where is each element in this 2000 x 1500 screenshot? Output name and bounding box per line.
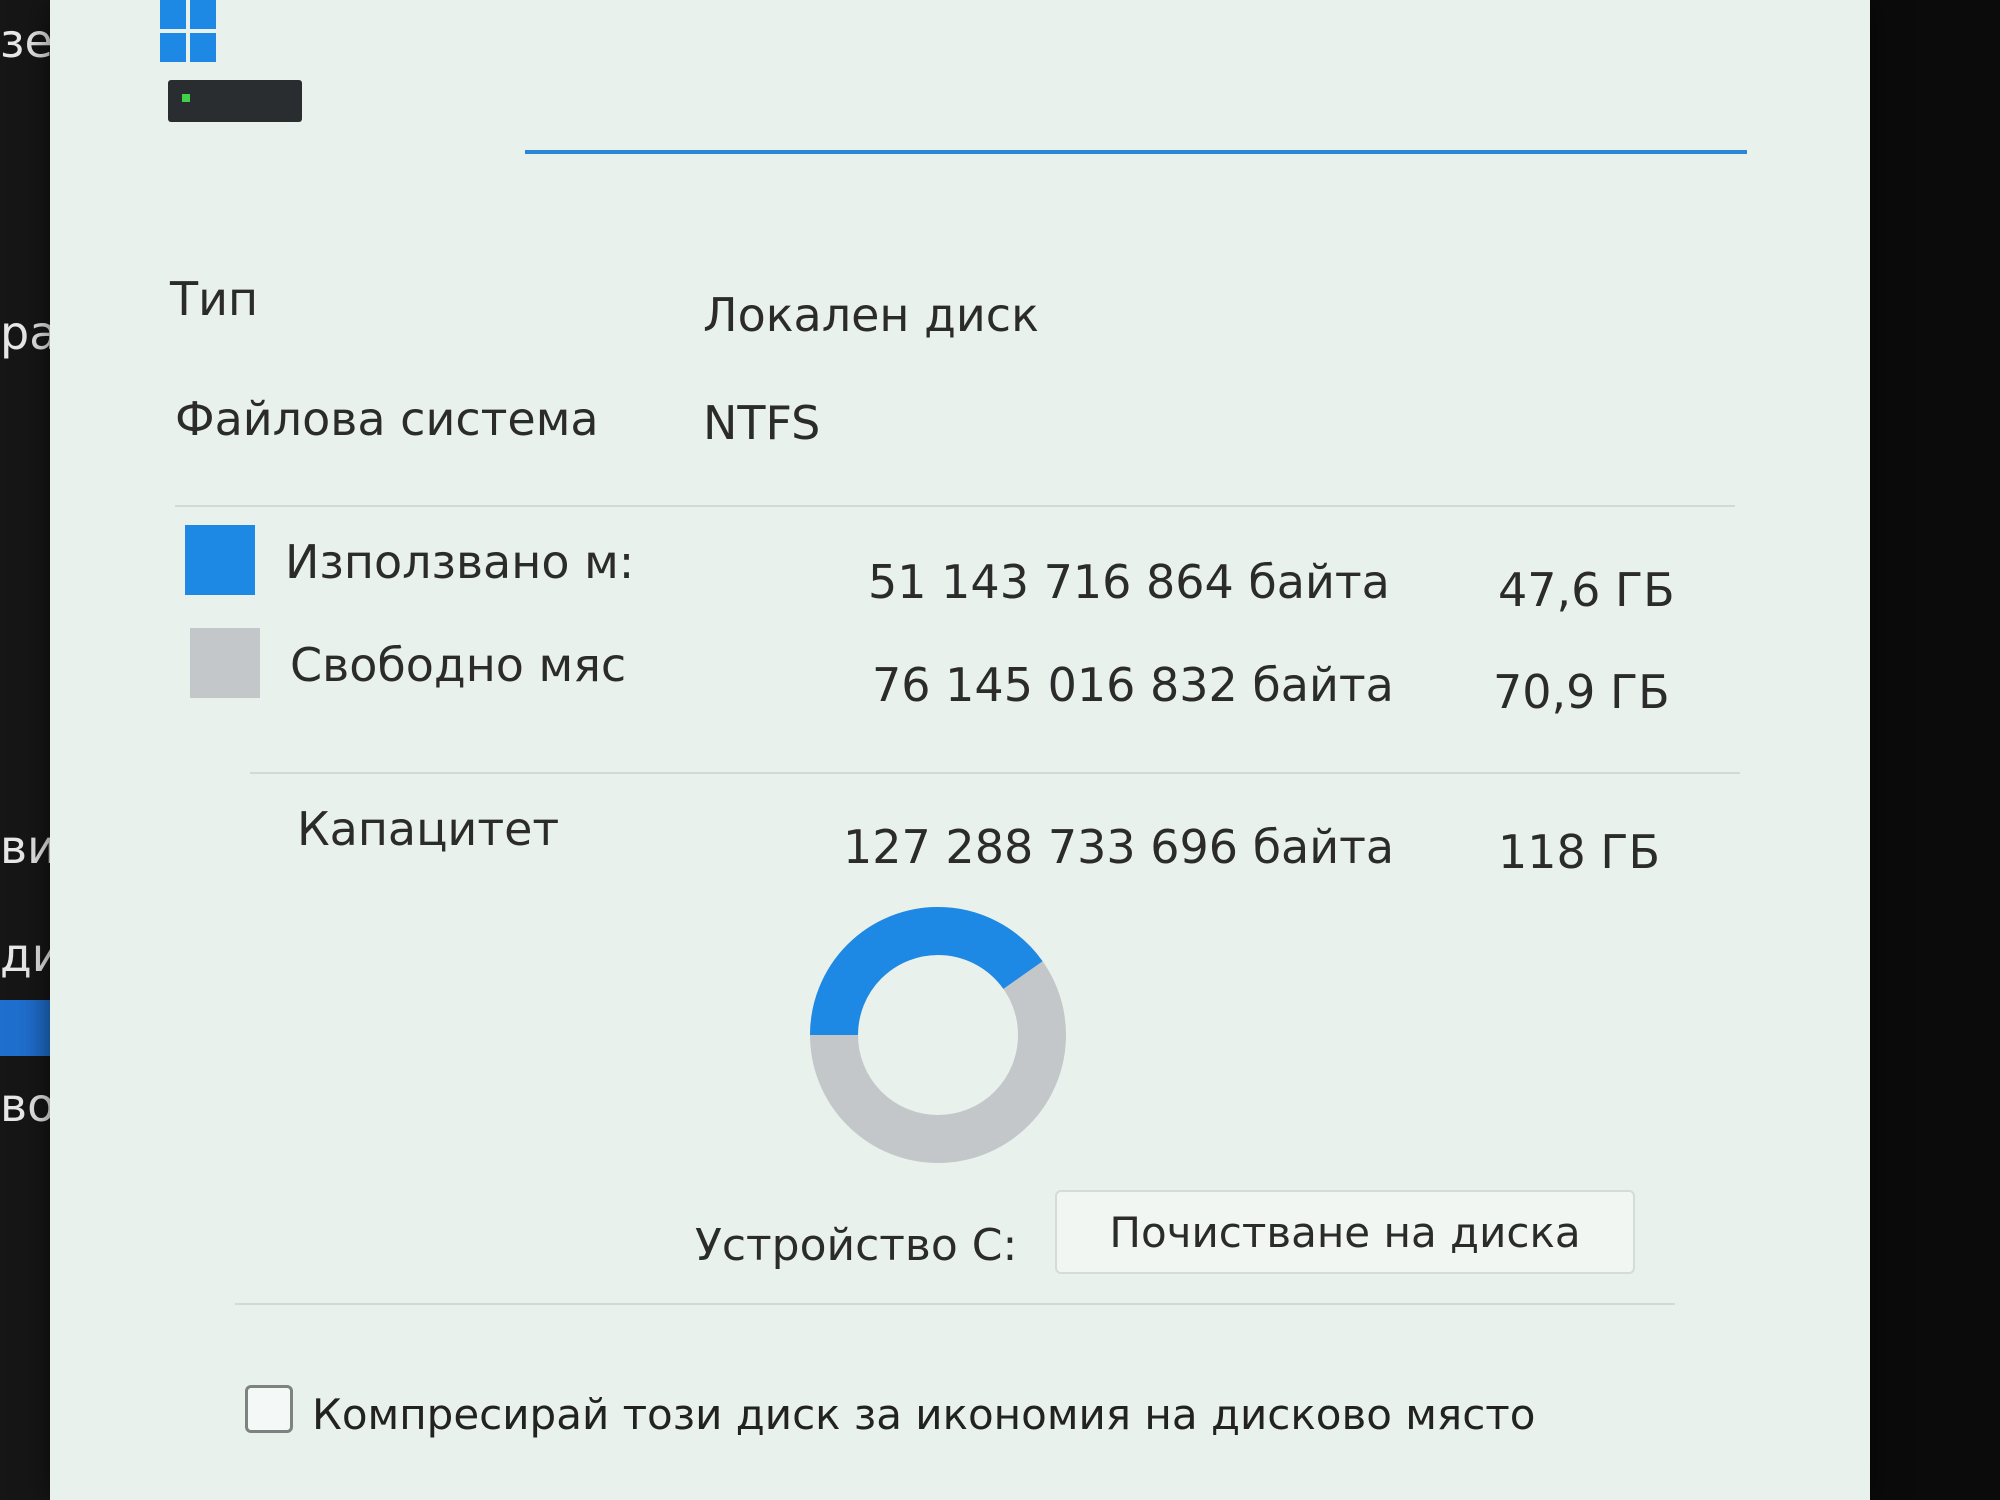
drive-letter-label: Устройство C: bbox=[695, 1220, 1018, 1271]
screen: зе рай ви у диск вобо, Тип Локален диск … bbox=[0, 0, 2000, 1500]
capacity-bytes: 127 288 733 696 байта bbox=[843, 820, 1395, 874]
free-space-swatch bbox=[190, 628, 260, 698]
disk-cleanup-button[interactable]: Почистване на диска bbox=[1055, 1190, 1635, 1274]
drive-properties-dialog: Тип Локален диск Файлова система NTFS Из… bbox=[50, 0, 1870, 1500]
type-value: Локален диск bbox=[703, 288, 1039, 342]
capacity-size: 118 ГБ bbox=[1498, 825, 1661, 879]
compress-drive-label: Компресирай този диск за икономия на дис… bbox=[312, 1390, 1536, 1439]
free-space-bytes: 76 145 016 832 байта bbox=[872, 658, 1394, 712]
file-system-label: Файлова система bbox=[175, 392, 599, 446]
compress-drive-checkbox[interactable] bbox=[245, 1385, 293, 1433]
type-label: Тип bbox=[170, 272, 259, 326]
used-space-label: Използвано м: bbox=[285, 535, 635, 589]
disk-usage-donut-chart bbox=[810, 907, 1066, 1163]
capacity-label: Капацитет bbox=[297, 802, 560, 856]
used-space-bytes: 51 143 716 864 байта bbox=[868, 555, 1390, 609]
windows-logo-icon bbox=[160, 0, 216, 62]
desktop-edge bbox=[1850, 0, 2000, 1500]
bg-text-fragment-1: зе bbox=[0, 14, 53, 68]
used-space-size: 47,6 ГБ bbox=[1498, 563, 1675, 617]
file-system-value: NTFS bbox=[703, 396, 821, 450]
free-space-label: Свободно мяс bbox=[290, 638, 627, 692]
divider bbox=[175, 505, 1735, 507]
hard-drive-icon bbox=[168, 80, 302, 122]
divider bbox=[250, 772, 1740, 774]
drive-name-input[interactable] bbox=[525, 150, 1747, 154]
free-space-size: 70,9 ГБ bbox=[1493, 665, 1670, 719]
divider bbox=[235, 1303, 1675, 1305]
used-space-swatch bbox=[185, 525, 255, 595]
